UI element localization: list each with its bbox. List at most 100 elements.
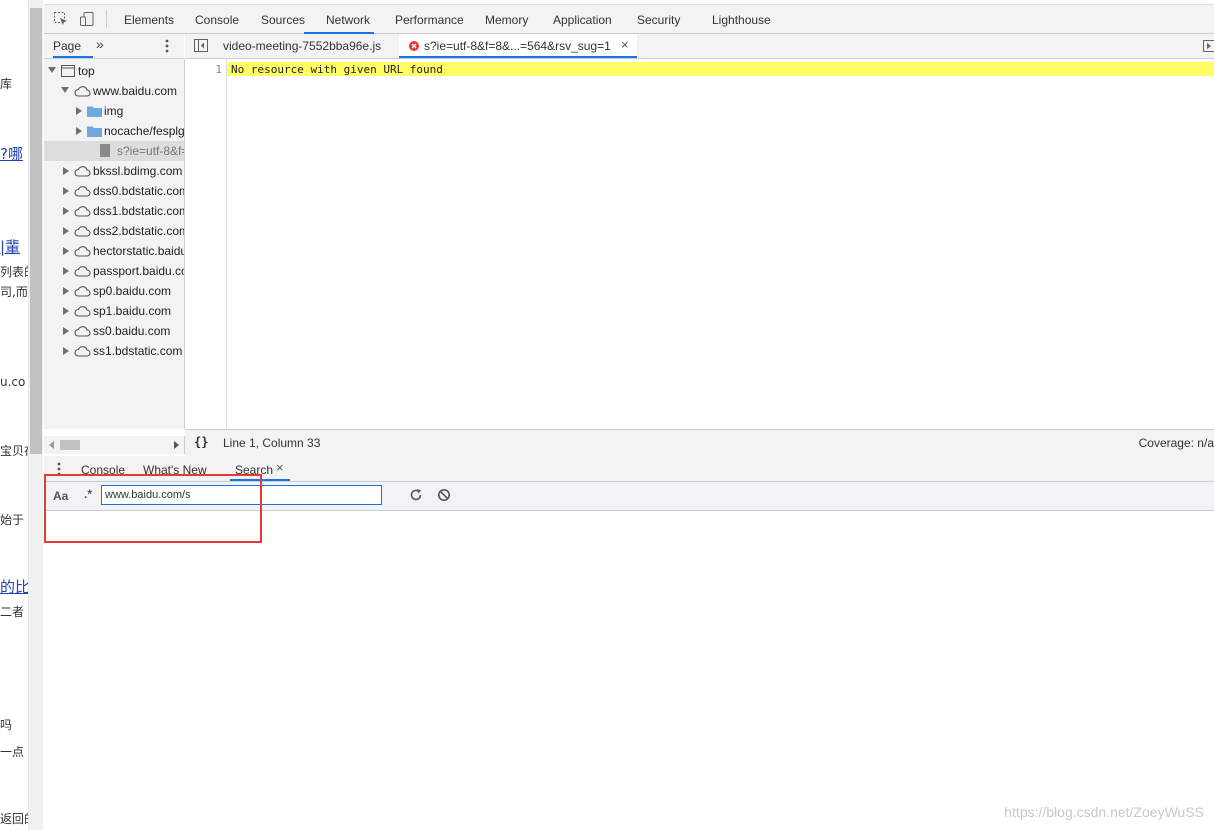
editor-tabs: video-meeting-7552bba96e.js s?ie=utf-8&f…: [185, 34, 1214, 59]
tree-item[interactable]: ss0.baidu.com: [44, 321, 184, 341]
tab-memory[interactable]: Memory: [485, 13, 528, 27]
collapse-arrow-icon[interactable]: [63, 247, 69, 255]
tree-item-label: ss1.bdstatic.com: [93, 344, 183, 358]
tree-item-label: img: [104, 104, 124, 118]
tree-item-label: bkssl.bdimg.com: [93, 164, 183, 178]
tree-item[interactable]: hectorstatic.baidu: [44, 241, 184, 261]
inspect-element-icon[interactable]: [53, 11, 69, 27]
coverage-status: Coverage: n/a: [1138, 436, 1214, 450]
page-text-fragment: 返回的: [0, 812, 28, 826]
editor-status-bar: {} Line 1, Column 33 Coverage: n/a: [185, 429, 1214, 457]
tab-elements[interactable]: Elements: [124, 13, 174, 27]
tab-lighthouse[interactable]: Lighthouse: [712, 13, 771, 27]
close-search-icon[interactable]: ×: [276, 460, 284, 475]
device-toolbar-icon[interactable]: [79, 11, 95, 27]
collapse-arrow-icon[interactable]: [76, 127, 82, 135]
tree-item-label: hectorstatic.baidu: [93, 244, 185, 258]
page-text-fragment[interactable]: |輩: [0, 236, 20, 257]
editor-tab-video-meeting[interactable]: video-meeting-7552bba96e.js: [223, 39, 381, 53]
navigator-scrollbar[interactable]: [44, 436, 185, 454]
toggle-debugger-icon[interactable]: [1203, 40, 1214, 55]
collapse-arrow-icon[interactable]: [63, 187, 69, 195]
tab-page[interactable]: Page: [53, 39, 81, 53]
collapse-arrow-icon[interactable]: [63, 347, 69, 355]
page-text-fragment[interactable]: ?哪: [0, 143, 23, 164]
tab-sources[interactable]: Sources: [261, 13, 305, 27]
tree-item[interactable]: s?ie=utf-8&f=8: [44, 141, 184, 161]
tree-item-label: sp1.baidu.com: [93, 304, 172, 318]
scroll-left-icon[interactable]: [49, 441, 54, 449]
tree-item[interactable]: bkssl.bdimg.com: [44, 161, 184, 181]
cloud-icon: [74, 225, 91, 240]
cloud-icon: [74, 205, 91, 220]
frame-icon: [61, 65, 75, 80]
cloud-icon: [74, 305, 91, 320]
expand-arrow-icon[interactable]: [61, 87, 69, 93]
tree-item-label: dss0.bdstatic.com: [93, 184, 185, 198]
navigator-header: Page »: [44, 34, 184, 59]
page-text-fragment: u.co: [0, 375, 26, 389]
more-options-icon[interactable]: [165, 39, 169, 56]
folder-icon: [87, 105, 102, 120]
collapse-arrow-icon[interactable]: [76, 107, 82, 115]
background-page: 库 ?哪 |輩列表的司,而且 u.co 宝贝在始于的比二者吗一点返回的: [0, 0, 29, 830]
scroll-right-icon[interactable]: [174, 441, 179, 449]
collapse-arrow-icon[interactable]: [63, 327, 69, 335]
tree-item[interactable]: ss1.bdstatic.com: [44, 341, 184, 361]
tree-item[interactable]: nocache/fesplg: [44, 121, 184, 141]
highlighted-line: No resource with given URL found: [227, 62, 1214, 76]
annotation-highlight-box: [44, 474, 262, 543]
more-tabs-button[interactable]: »: [96, 36, 104, 52]
tree-item[interactable]: top: [44, 61, 184, 81]
collapse-arrow-icon[interactable]: [63, 227, 69, 235]
editor-tab-active[interactable]: s?ie=utf-8&f=8&...=564&rsv_sug=1 ×: [399, 34, 637, 58]
clear-icon[interactable]: [437, 488, 451, 505]
tab-console[interactable]: Console: [195, 13, 239, 27]
collapse-arrow-icon[interactable]: [63, 287, 69, 295]
toggle-navigator-icon[interactable]: [194, 39, 208, 55]
tab-security[interactable]: Security: [637, 13, 680, 27]
page-text-fragment: 宝贝在: [0, 444, 28, 458]
line-text: No resource with given URL found: [231, 63, 443, 76]
close-tab-icon[interactable]: ×: [621, 37, 629, 52]
collapse-arrow-icon[interactable]: [63, 207, 69, 215]
tree-item[interactable]: passport.baidu.co: [44, 261, 184, 281]
collapse-arrow-icon[interactable]: [63, 267, 69, 275]
devtools-toolbar: Elements Console Sources Network Performance…: [44, 4, 1214, 34]
tree-item-label: dss1.bdstatic.com: [93, 204, 185, 218]
cloud-icon: [74, 165, 91, 180]
page-text-fragment[interactable]: 的比: [0, 576, 28, 597]
tree-item[interactable]: img: [44, 101, 184, 121]
page-text-fragment: 一点: [0, 745, 25, 759]
tree-item-label: ss0.baidu.com: [93, 324, 171, 338]
page-text-fragment: 司,而且: [0, 285, 28, 299]
collapse-arrow-icon[interactable]: [63, 167, 69, 175]
tree-item[interactable]: www.baidu.com: [44, 81, 184, 101]
tab-application[interactable]: Application: [553, 13, 612, 27]
page-tab-indicator: [53, 56, 93, 58]
tree-item[interactable]: dss0.bdstatic.com: [44, 181, 184, 201]
tree-item[interactable]: sp1.baidu.com: [44, 301, 184, 321]
navigator-scrollbar-thumb[interactable]: [60, 440, 80, 450]
tab-network[interactable]: Network: [326, 13, 370, 27]
devtools-panel: Elements Console Sources Network Performance…: [44, 0, 1214, 830]
error-icon: [409, 40, 419, 54]
tree-item[interactable]: sp0.baidu.com: [44, 281, 184, 301]
collapse-arrow-icon[interactable]: [63, 307, 69, 315]
page-scrollbar-thumb[interactable]: [30, 8, 42, 454]
code-editor[interactable]: 1 No resource with given URL found: [185, 59, 1214, 429]
page-text-fragment: 吗: [0, 718, 13, 732]
page-text-fragment: 二者: [0, 605, 25, 619]
tree-item[interactable]: dss2.bdstatic.com: [44, 221, 184, 241]
cloud-icon: [74, 325, 91, 340]
expand-arrow-icon[interactable]: [48, 67, 56, 73]
file-navigator: top www.baidu.com img nocache/fesplg s?ie=ut…: [44, 59, 185, 429]
tree-item[interactable]: dss1.bdstatic.com: [44, 201, 184, 221]
tree-item-label: nocache/fesplg: [104, 124, 185, 138]
page-scrollbar[interactable]: [29, 0, 43, 830]
refresh-icon[interactable]: [409, 488, 423, 505]
tab-performance[interactable]: Performance: [395, 13, 464, 27]
pretty-print-button[interactable]: {}: [194, 435, 208, 449]
tree-item-label: dss2.bdstatic.com: [93, 224, 185, 238]
page-text-fragment: 列表的: [0, 265, 28, 279]
